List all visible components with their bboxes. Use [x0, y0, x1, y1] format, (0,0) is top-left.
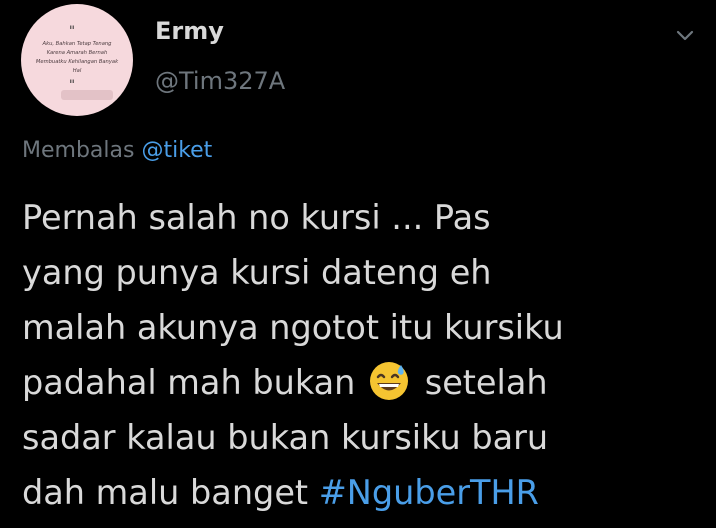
tweet-line-segment: dah malu banget [22, 473, 309, 512]
avatar-open-quote: " [69, 24, 75, 39]
author-name[interactable]: Ermy [155, 17, 224, 45]
avatar-signature [61, 90, 113, 100]
tweet-line-with-hashtag: dah malu banget #NguberTHR [22, 465, 702, 520]
hashtag-link[interactable]: #NguberTHR [319, 473, 539, 512]
reply-prefix: Membalas [22, 138, 135, 163]
tweet-card: " Aku, Bahkan Tetap Tenang Karena Amarah… [0, 0, 716, 528]
reply-context: Membalas @tiket [22, 138, 212, 163]
tweet-line: yang punya kursi dateng eh [22, 253, 492, 292]
tweet-line: sadar kalau bukan kursiku baru [22, 418, 549, 457]
tweet-line: Pernah salah no kursi ... Pas [22, 198, 491, 237]
grinning-face-with-sweat-icon [370, 362, 409, 400]
tweet-line-segment: padahal mah bukan [22, 363, 356, 402]
chevron-down-icon[interactable] [672, 22, 698, 48]
tweet-text: Pernah salah no kursi ... Pas yang punya… [22, 190, 702, 520]
author-handle[interactable]: @Tim327A [155, 67, 285, 95]
tweet-line-segment: setelah [424, 363, 548, 402]
reply-mention-link[interactable]: @tiket [141, 138, 212, 163]
tweet-line: malah akunya ngotot itu kursiku [22, 308, 564, 347]
tweet-line-with-emoji: padahal mah bukan setelah [22, 355, 702, 410]
avatar-quote-text: Aku, Bahkan Tetap Tenang Karena Amarah B… [35, 41, 119, 74]
avatar[interactable]: " Aku, Bahkan Tetap Tenang Karena Amarah… [21, 4, 133, 116]
